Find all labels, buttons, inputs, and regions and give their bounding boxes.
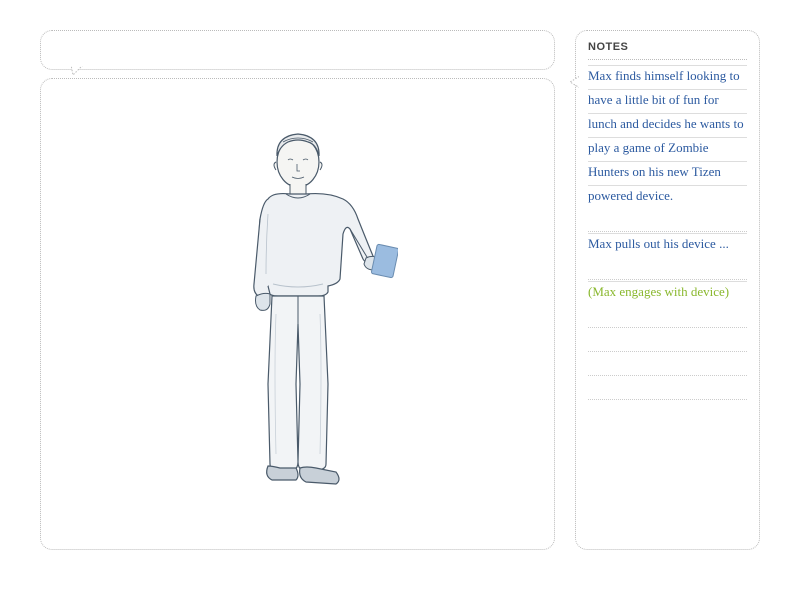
note-text-1: Max finds himself looking to have a litt…: [588, 68, 744, 203]
device-icon: [371, 244, 398, 278]
notes-blank-line: [588, 256, 747, 280]
notes-tail: [568, 76, 580, 88]
notes-header: NOTES: [588, 41, 747, 60]
storyboard-container: NOTES Max finds himself looking to have …: [40, 30, 760, 550]
note-paragraph-2: Max pulls out his device ...: [588, 232, 747, 256]
note-text-3: (Max engages with device): [588, 284, 729, 299]
notes-panel[interactable]: NOTES Max finds himself looking to have …: [575, 30, 760, 550]
notes-blank-line: [588, 328, 747, 352]
notes-blank-line: [588, 352, 747, 376]
note-text-2: Max pulls out his device ...: [588, 236, 729, 251]
notes-blank-line: [588, 376, 747, 400]
caption-box[interactable]: [40, 30, 555, 70]
note-paragraph-1: Max finds himself looking to have a litt…: [588, 64, 747, 208]
illustration-box[interactable]: [40, 78, 555, 550]
notes-blank-line: [588, 304, 747, 328]
person-holding-device-illustration: [198, 124, 398, 504]
note-paragraph-3: (Max engages with device): [588, 280, 747, 304]
caption-tail: [71, 65, 83, 77]
notes-content: Max finds himself looking to have a litt…: [588, 64, 747, 400]
notes-blank-line: [588, 208, 747, 232]
main-panel: [40, 30, 555, 550]
